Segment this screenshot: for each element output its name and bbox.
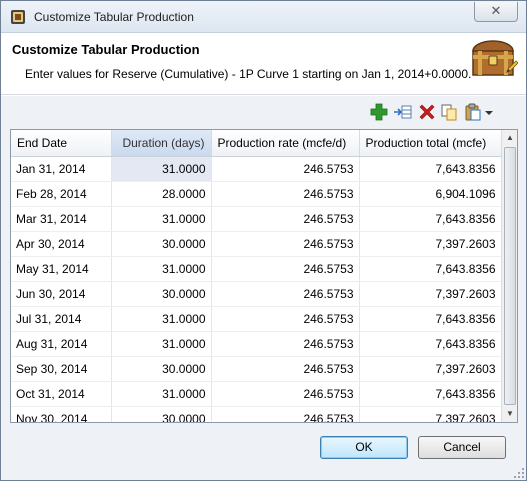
table-row[interactable]: Jan 31, 2014 31.0000 246.5753 7,643.8356 xyxy=(11,156,502,182)
column-header-production-rate[interactable]: Production rate (mcfe/d) xyxy=(211,130,360,157)
table-header-row: End Date Duration (days) Production rate… xyxy=(11,130,502,157)
cell-end-date[interactable]: Aug 31, 2014 xyxy=(11,331,112,357)
cell-production-total[interactable]: 7,643.8356 xyxy=(359,156,502,182)
table-row[interactable]: Jun 30, 2014 30.0000 246.5753 7,397.2603 xyxy=(11,281,502,307)
header-description: Enter values for Reserve (Cumulative) - … xyxy=(25,67,472,81)
ok-button[interactable]: OK xyxy=(320,436,408,459)
cell-production-rate[interactable]: 246.5753 xyxy=(211,206,360,232)
cell-end-date[interactable]: Jul 31, 2014 xyxy=(11,306,112,332)
cell-production-total[interactable]: 7,643.8356 xyxy=(359,381,502,407)
cell-end-date[interactable]: Sep 30, 2014 xyxy=(11,356,112,382)
cell-end-date[interactable]: Mar 31, 2014 xyxy=(11,206,112,232)
cell-end-date[interactable]: Oct 31, 2014 xyxy=(11,381,112,407)
app-icon xyxy=(11,10,25,24)
cell-end-date[interactable]: Feb 28, 2014 xyxy=(11,181,112,207)
cell-duration[interactable]: 28.0000 xyxy=(111,181,212,207)
scroll-up-icon[interactable]: ▲ xyxy=(504,132,516,144)
cell-production-total[interactable]: 7,397.2603 xyxy=(359,281,502,307)
treasure-chest-icon xyxy=(472,40,518,76)
close-button[interactable]: ✕ xyxy=(474,2,518,22)
cell-production-total[interactable]: 7,397.2603 xyxy=(359,356,502,382)
cell-production-total[interactable]: 7,643.8356 xyxy=(359,306,502,332)
cell-end-date[interactable]: Nov 30, 2014 xyxy=(11,406,112,422)
cell-production-rate[interactable]: 246.5753 xyxy=(211,406,360,422)
cell-end-date[interactable]: Jun 30, 2014 xyxy=(11,281,112,307)
dialog-header: Customize Tabular Production Enter value… xyxy=(1,33,526,95)
cell-production-total[interactable]: 7,643.8356 xyxy=(359,256,502,282)
cell-production-rate[interactable]: 246.5753 xyxy=(211,381,360,407)
title-bar[interactable]: Customize Tabular Production ✕ xyxy=(1,1,526,33)
cell-duration[interactable]: 31.0000 xyxy=(111,381,212,407)
cell-end-date[interactable]: Jan 31, 2014 xyxy=(11,156,112,182)
cell-duration[interactable]: 31.0000 xyxy=(111,256,212,282)
table-row[interactable]: Mar 31, 2014 31.0000 246.5753 7,643.8356 xyxy=(11,206,502,232)
resize-grip-icon[interactable] xyxy=(513,467,525,479)
table-row[interactable]: Jul 31, 2014 31.0000 246.5753 7,643.8356 xyxy=(11,306,502,332)
cell-duration[interactable]: 31.0000 xyxy=(111,306,212,332)
cell-duration[interactable]: 31.0000 xyxy=(111,206,212,232)
table-toolbar xyxy=(1,102,526,126)
table-row[interactable]: Feb 28, 2014 28.0000 246.5753 6,904.1096 xyxy=(11,181,502,207)
cell-production-rate[interactable]: 246.5753 xyxy=(211,231,360,257)
cell-production-rate[interactable]: 246.5753 xyxy=(211,331,360,357)
cell-production-rate[interactable]: 246.5753 xyxy=(211,181,360,207)
add-icon[interactable] xyxy=(369,102,389,124)
cell-duration[interactable]: 30.0000 xyxy=(111,281,212,307)
cell-production-total[interactable]: 7,397.2603 xyxy=(359,231,502,257)
column-header-end-date[interactable]: End Date xyxy=(11,130,112,157)
copy-icon[interactable] xyxy=(439,102,459,124)
cell-duration[interactable]: 31.0000 xyxy=(111,331,212,357)
insert-row-icon[interactable] xyxy=(393,102,413,124)
scroll-down-icon[interactable]: ▼ xyxy=(504,408,516,420)
cancel-button[interactable]: Cancel xyxy=(418,436,506,459)
paste-icon[interactable] xyxy=(463,102,483,124)
cell-production-total[interactable]: 7,397.2603 xyxy=(359,406,502,422)
cell-production-rate[interactable]: 246.5753 xyxy=(211,281,360,307)
cell-duration[interactable]: 31.0000 xyxy=(111,156,212,182)
column-header-duration[interactable]: Duration (days) xyxy=(111,130,212,157)
cell-duration[interactable]: 30.0000 xyxy=(111,406,212,422)
cell-production-rate[interactable]: 246.5753 xyxy=(211,356,360,382)
cell-duration[interactable]: 30.0000 xyxy=(111,356,212,382)
cell-production-total[interactable]: 7,643.8356 xyxy=(359,206,502,232)
window-title: Customize Tabular Production xyxy=(34,10,194,24)
cell-production-rate[interactable]: 246.5753 xyxy=(211,306,360,332)
dropdown-arrow-icon[interactable] xyxy=(483,102,495,124)
table-row[interactable]: Nov 30, 2014 30.0000 246.5753 7,397.2603 xyxy=(11,406,502,422)
vertical-scrollbar[interactable]: ▲ ▼ xyxy=(501,130,517,422)
delete-icon[interactable] xyxy=(417,102,437,124)
cell-end-date[interactable]: Apr 30, 2014 xyxy=(11,231,112,257)
cell-duration[interactable]: 30.0000 xyxy=(111,231,212,257)
table-row[interactable]: Oct 31, 2014 31.0000 246.5753 7,643.8356 xyxy=(11,381,502,407)
cell-production-total[interactable]: 7,643.8356 xyxy=(359,331,502,357)
table-row[interactable]: Aug 31, 2014 31.0000 246.5753 7,643.8356 xyxy=(11,331,502,357)
table-row[interactable]: Sep 30, 2014 30.0000 246.5753 7,397.2603 xyxy=(11,356,502,382)
table-row[interactable]: Apr 30, 2014 30.0000 246.5753 7,397.2603 xyxy=(11,231,502,257)
production-table[interactable]: End Date Duration (days) Production rate… xyxy=(10,129,518,423)
cell-production-rate[interactable]: 246.5753 xyxy=(211,156,360,182)
cell-production-rate[interactable]: 246.5753 xyxy=(211,256,360,282)
column-header-production-total[interactable]: Production total (mcfe) xyxy=(359,130,502,157)
dialog-window: Customize Tabular Production ✕ Customize… xyxy=(0,0,527,481)
cell-production-total[interactable]: 6,904.1096 xyxy=(359,181,502,207)
scrollbar-thumb[interactable] xyxy=(504,147,516,405)
header-title: Customize Tabular Production xyxy=(12,42,200,57)
table-row[interactable]: May 31, 2014 31.0000 246.5753 7,643.8356 xyxy=(11,256,502,282)
cell-end-date[interactable]: May 31, 2014 xyxy=(11,256,112,282)
